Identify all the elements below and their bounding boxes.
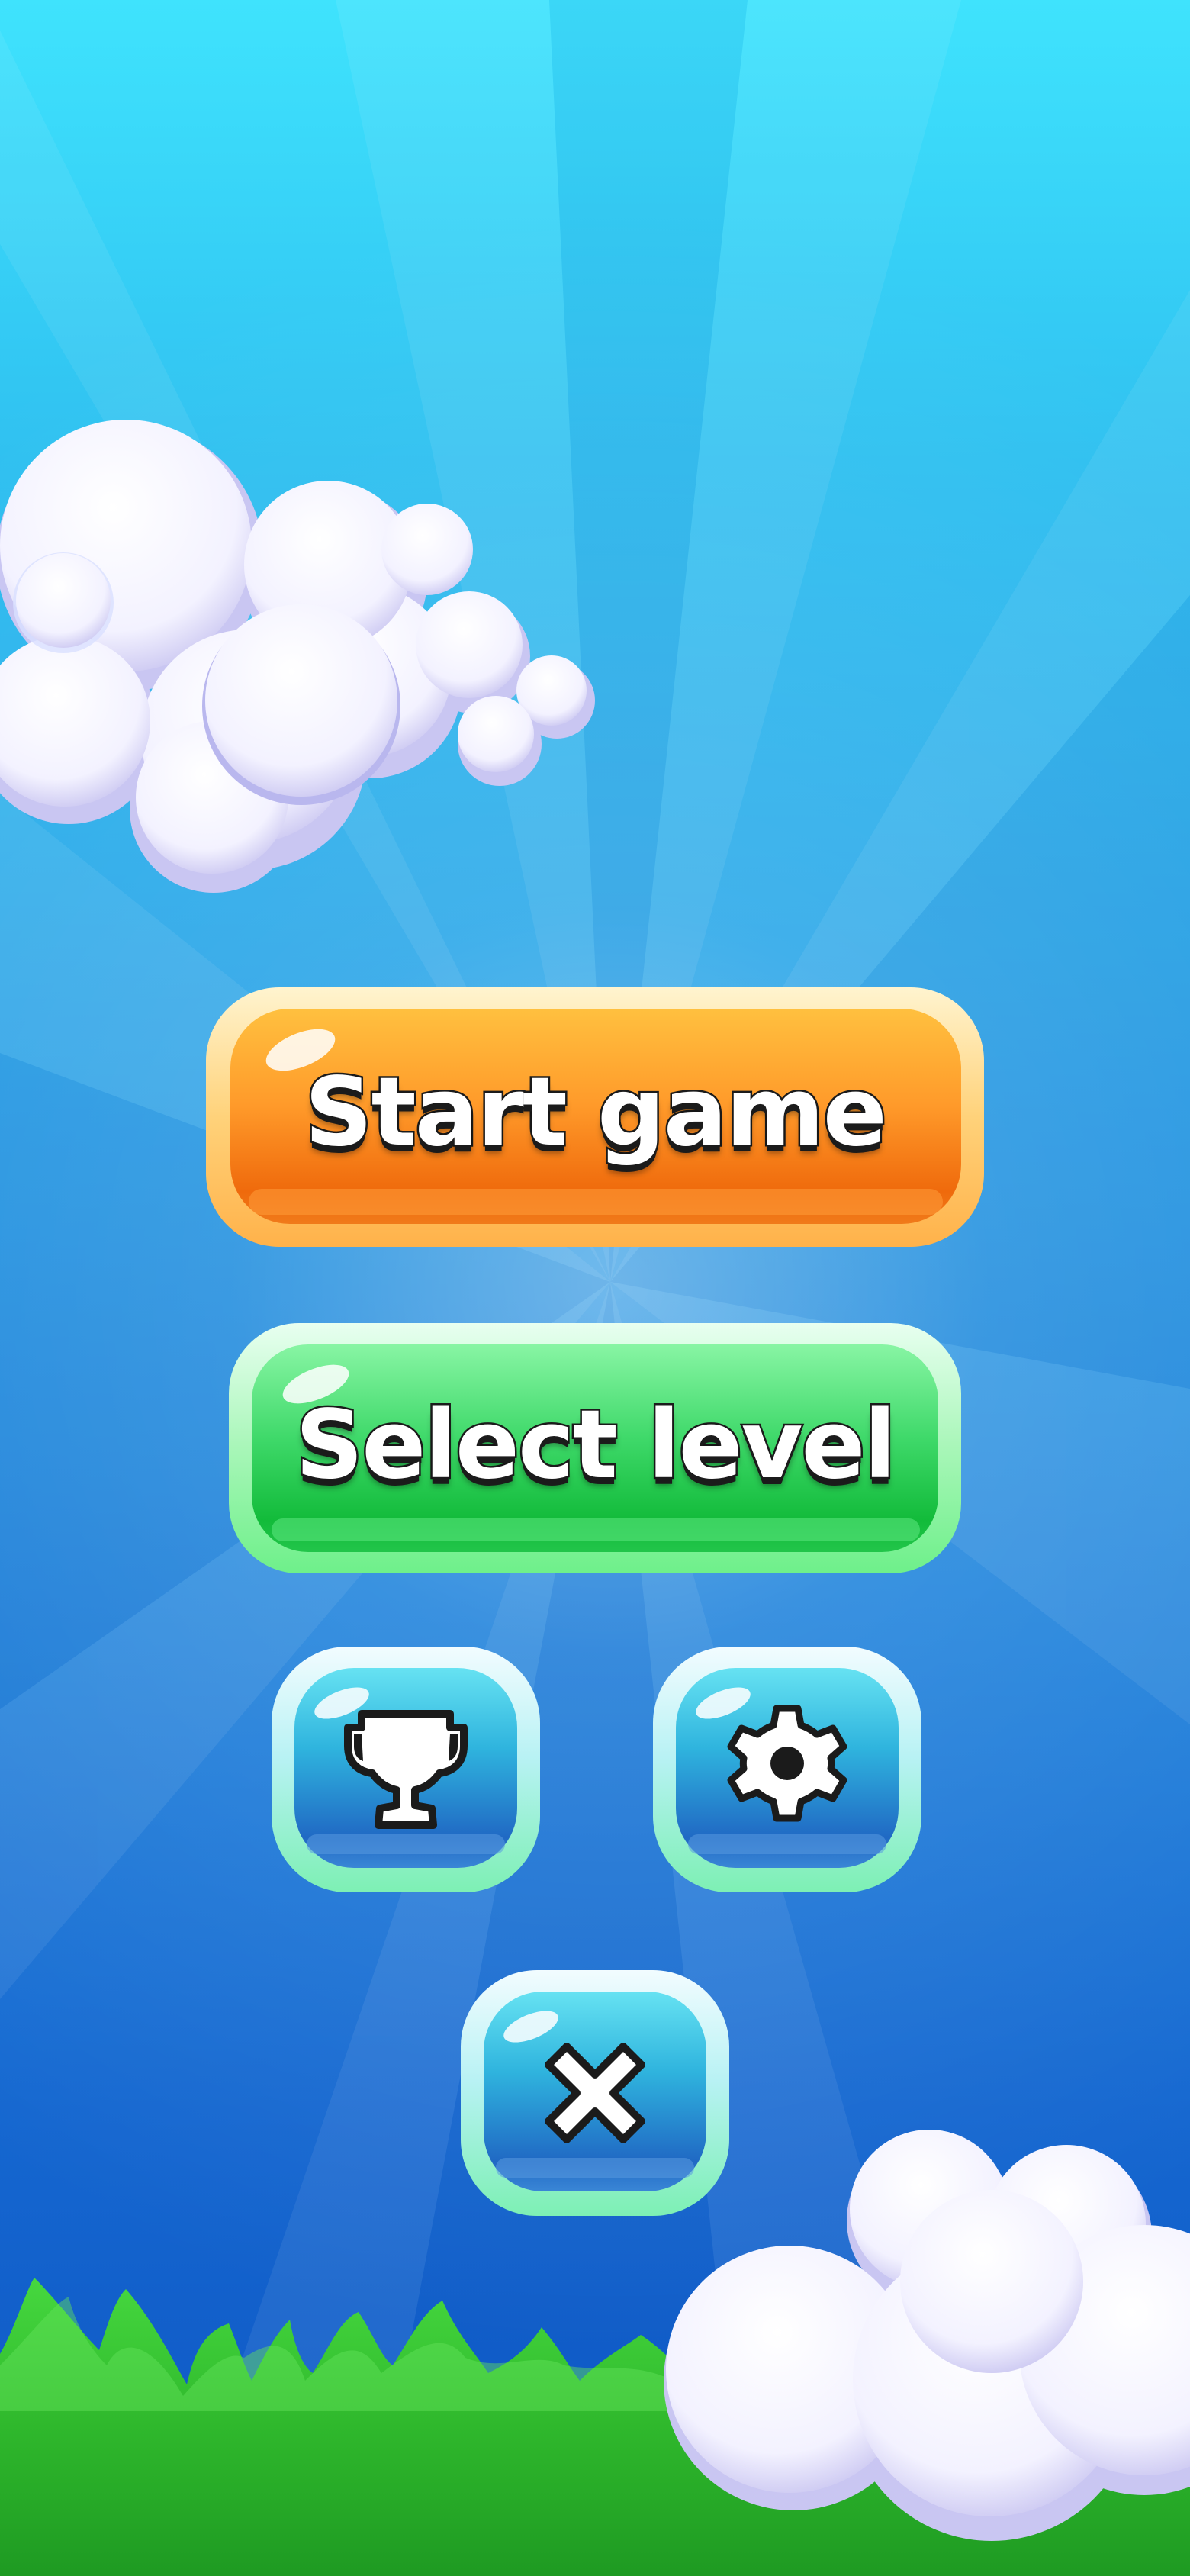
- trophy-button[interactable]: [269, 1644, 543, 1895]
- select-level-label: Select level: [294, 1390, 899, 1501]
- start-game-button[interactable]: Start game: [203, 983, 987, 1251]
- start-game-label: Start game: [303, 1058, 889, 1168]
- settings-button-shape: [653, 1647, 921, 1892]
- select-level-button[interactable]: Select level: [226, 1319, 964, 1578]
- close-button[interactable]: [458, 1967, 732, 2219]
- settings-button[interactable]: [650, 1644, 925, 1895]
- trophy-button-shape: [272, 1647, 540, 1892]
- close-button-shape: [461, 1970, 729, 2216]
- game-menu-screen: Start game Select level: [0, 0, 1190, 2576]
